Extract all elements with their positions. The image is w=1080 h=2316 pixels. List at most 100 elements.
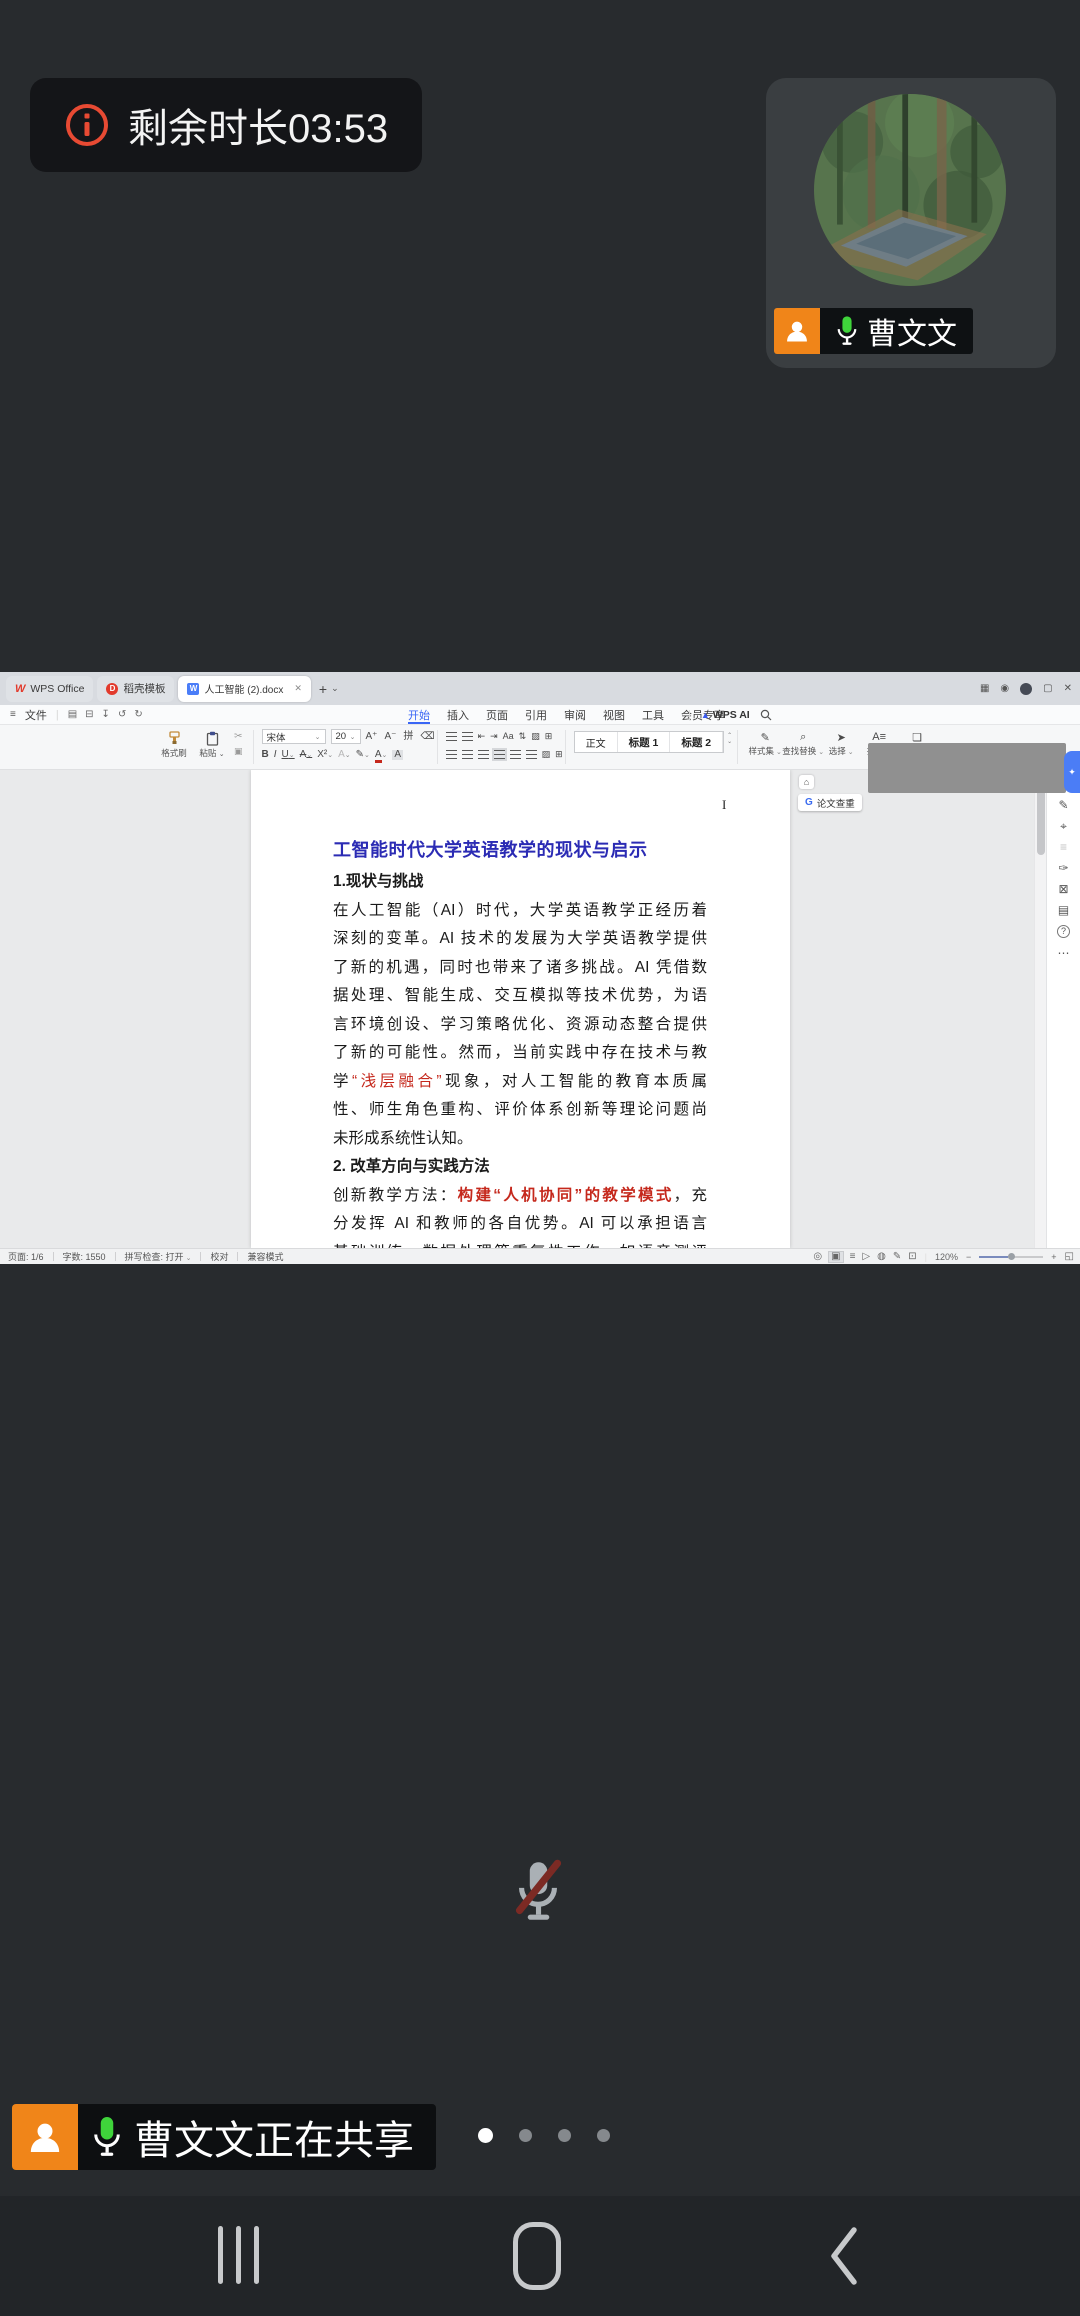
align-center-icon[interactable] (462, 750, 473, 759)
browser-tab[interactable]: D稻壳模板 (97, 676, 174, 702)
font-tool-icon[interactable]: A⁻ (384, 732, 396, 742)
close-window-icon[interactable]: ✕ (1064, 683, 1072, 694)
format-icon-X²[interactable]: X²⌄ (317, 750, 333, 760)
sign-icon[interactable]: ✑ (1058, 862, 1068, 874)
scrollbar-thumb[interactable] (1037, 783, 1045, 855)
mark-icon[interactable]: ▨ (531, 732, 540, 741)
menu-item-页面[interactable]: 页面 (486, 705, 508, 724)
style-标题 2[interactable]: 标题 2 (670, 732, 723, 752)
status-4[interactable]: 兼容模式 (247, 1250, 283, 1263)
menu-item-工具[interactable]: 工具 (642, 705, 664, 724)
account-avatar[interactable] (1020, 683, 1032, 695)
style-正文[interactable]: 正文 (575, 732, 618, 752)
format-icon-strike[interactable]: A⌄ (300, 750, 313, 760)
zoom-slider[interactable] (979, 1256, 1043, 1258)
menu-item-插入[interactable]: 插入 (447, 705, 469, 724)
align-right-icon[interactable] (478, 750, 489, 759)
recents-icon[interactable] (218, 2226, 259, 2284)
format-icon-boxed[interactable]: A (392, 750, 403, 760)
font-tool-icon[interactable]: A⁺ (366, 732, 378, 742)
ink-icon[interactable]: ✎ (893, 1252, 901, 1262)
web-view-icon[interactable]: ◍ (877, 1252, 886, 1262)
align-left-icon[interactable] (446, 750, 457, 759)
indent-icon[interactable]: ⇥ (490, 732, 498, 741)
tab-list-chevron-down-icon[interactable]: ⌄ (331, 683, 339, 694)
status-0[interactable]: 页面: 1/6 (8, 1250, 44, 1263)
zoom-in-button[interactable]: + (1051, 1252, 1056, 1262)
sort-icon[interactable]: ⇅ (519, 732, 527, 741)
format-icon-✎[interactable]: ✎⌄ (356, 750, 370, 760)
format-icon-i[interactable]: I (274, 750, 277, 760)
play-view-icon[interactable]: ▷ (862, 1252, 870, 1262)
restore-window-icon[interactable]: ▢ (1043, 683, 1052, 694)
status-1[interactable]: 字数: 1550 (63, 1250, 106, 1263)
fullscreen-icon[interactable]: ◱ (1065, 1252, 1074, 1262)
new-tab-button[interactable]: + (319, 681, 327, 697)
case-icon[interactable]: Aa (503, 732, 514, 741)
format-icon-gray[interactable]: A⌄ (338, 750, 351, 760)
protect-eye-icon[interactable]: ◎ (813, 1252, 822, 1262)
outline-view-icon[interactable]: ≡ (850, 1252, 856, 1262)
样式集-button[interactable]: ✎样式集 ⌄ (746, 729, 784, 757)
style-标题 1[interactable]: 标题 1 (618, 732, 671, 752)
format-icon-b[interactable]: B (262, 750, 269, 760)
side-panel-tag[interactable]: ✦ (1064, 751, 1080, 793)
menu-item-开始[interactable]: 开始 (408, 705, 430, 724)
back-icon[interactable] (826, 2224, 862, 2288)
redo-icon[interactable]: ↻ (134, 709, 142, 720)
style-gallery-scroll[interactable]: ⌃⌄ (724, 733, 735, 745)
edit-pen-icon[interactable]: ✎ (1058, 799, 1068, 811)
undo-icon[interactable]: ↺ (118, 709, 126, 720)
workspace-icon[interactable]: ▦ (980, 683, 989, 694)
search-icon[interactable] (760, 709, 772, 721)
home-icon[interactable] (513, 2222, 561, 2290)
select-cursor-icon[interactable]: ⌖ (1060, 820, 1067, 832)
format-icon-u[interactable]: U⌄ (282, 750, 295, 760)
outdent-icon[interactable]: ⇤ (478, 732, 486, 741)
copy-icon[interactable]: ▣ (234, 746, 243, 757)
distribute-icon[interactable] (510, 750, 521, 759)
hamburger-icon[interactable]: ≡ (10, 709, 16, 720)
选择-button[interactable]: ➤选择 ⌄ (822, 729, 860, 757)
bullet-list-icon[interactable] (446, 732, 457, 741)
settings-icon[interactable]: ◉ (1000, 683, 1009, 694)
wps-ai-button[interactable]: ▲ WPS AI (701, 709, 750, 721)
format-painter-button[interactable]: 格式刷 (158, 729, 190, 759)
font-tool-icon[interactable]: ⌫ (420, 732, 434, 742)
align-justify-icon[interactable] (494, 750, 505, 759)
zoom-out-button[interactable]: − (966, 1252, 971, 1262)
menu-item-审阅[interactable]: 审阅 (564, 705, 586, 724)
font-color-icon[interactable]: A (375, 749, 382, 763)
status-2[interactable]: 拼写检查: 打开⌄ (125, 1250, 192, 1263)
grid-icon[interactable]: ⊞ (545, 732, 553, 741)
save-icon[interactable]: ▤ (68, 709, 77, 720)
查找替换-button[interactable]: ⌕查找替换 ⌄ (784, 729, 822, 757)
scissors-icon[interactable]: ✂ (234, 731, 242, 742)
font-size-select[interactable]: 20⌄ (331, 729, 361, 744)
paste-button[interactable]: 粘贴 ⌄ (196, 729, 228, 759)
document-page[interactable]: 工智能时代大学英语教学的现状与启示 1.现状与挑战在人工智能（AI）时代，大学英… (251, 770, 790, 1248)
menu-item-引用[interactable]: 引用 (525, 705, 547, 724)
paper-check-pill[interactable]: G 论文查重 (798, 794, 862, 811)
status-3[interactable]: 校对 (210, 1250, 228, 1263)
browser-tab[interactable]: WWPS Office (6, 676, 93, 702)
file-menu[interactable]: 文件 (25, 707, 47, 723)
print-icon[interactable]: ⊟ (85, 709, 93, 720)
format-icon-fontcolor[interactable]: A⌄ (375, 750, 388, 760)
font-tool-icon[interactable]: 拼 (403, 732, 413, 742)
more-icon[interactable]: ⋯ (1058, 947, 1070, 959)
page-view-icon[interactable]: ▣ (829, 1252, 842, 1262)
line-spacing-icon[interactable] (526, 750, 537, 759)
participant-tile[interactable]: 曹文文 (766, 78, 1056, 368)
export-icon[interactable]: ↧ (102, 709, 110, 720)
fit-page-icon[interactable]: ⊡ (908, 1252, 916, 1262)
close-icon[interactable]: ✕ (294, 683, 302, 694)
number-list-icon[interactable] (462, 732, 473, 741)
mic-muted-icon[interactable] (499, 1852, 577, 1930)
file-history-icon[interactable]: ▤ (1058, 904, 1069, 916)
cut-icon[interactable]: ⊠ (1058, 883, 1068, 895)
adjust-icon[interactable]: ≡ (1060, 841, 1067, 853)
help-icon[interactable]: ? (1057, 925, 1070, 938)
border-icon[interactable]: ⊞ (555, 750, 563, 759)
shading-icon[interactable]: ▨ (542, 750, 551, 759)
